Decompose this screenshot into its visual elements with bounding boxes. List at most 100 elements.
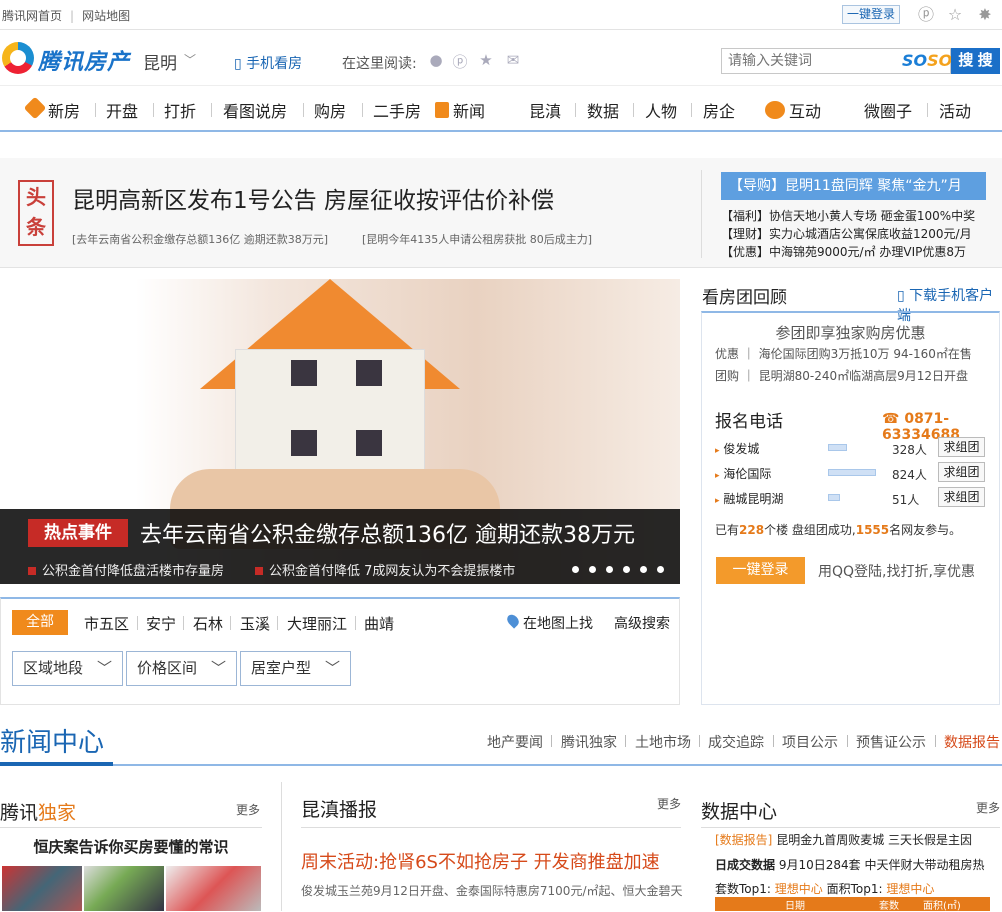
- filter-area[interactable]: 市五区: [84, 613, 129, 634]
- news-thumbnail[interactable]: [166, 866, 261, 911]
- hero-sub-link[interactable]: 公积金首付降低盘活楼市存量房: [28, 560, 224, 579]
- tour-project-link[interactable]: ▸ 海伦国际: [715, 465, 771, 482]
- sitemap-link[interactable]: 网站地图: [82, 9, 130, 23]
- filter-area[interactable]: 曲靖: [364, 613, 394, 634]
- exclusive-headline[interactable]: 恒庆案告诉你买房要懂的常识: [0, 836, 262, 857]
- search-button[interactable]: 搜 搜: [951, 48, 1000, 74]
- advanced-search-link[interactable]: 高级搜索: [614, 613, 670, 633]
- divider: [137, 616, 138, 630]
- headline-title[interactable]: 昆明高新区发布1号公告 房屋征收按评估价补偿: [72, 181, 554, 215]
- search-input[interactable]: [722, 49, 897, 73]
- data-report-tag: [数据报告]: [715, 833, 773, 847]
- tour-offer-link[interactable]: 团购 ｜ 昆明湖80-240㎡临湖高层9月12日开盘: [715, 367, 968, 384]
- divider: [701, 170, 702, 258]
- stats-count: 1555: [855, 523, 890, 537]
- tour-offer-link[interactable]: 优惠 ｜ 海伦国际团购3万抵10万 94-160㎡在售: [715, 345, 972, 362]
- weibo-icon[interactable]: ⓟ: [450, 51, 470, 71]
- map-search-link[interactable]: 在地图上找: [523, 613, 593, 633]
- filter-area[interactable]: 安宁: [146, 613, 176, 634]
- qq-login-button[interactable]: 一键登录: [716, 557, 805, 584]
- nav-buy[interactable]: 购房: [314, 98, 346, 122]
- news-link[interactable]: 地产要闻: [487, 732, 543, 752]
- nav-opening[interactable]: 开盘: [106, 98, 138, 122]
- divider: [847, 735, 848, 747]
- nav-people[interactable]: 人物: [645, 98, 677, 122]
- news-center-title: 新闻中心: [0, 728, 105, 758]
- news-link-data-report[interactable]: 数据报告: [944, 732, 1000, 752]
- slide-dot[interactable]: [623, 566, 630, 573]
- guide-line[interactable]: 【优惠】中海锦苑9000元/㎡ 办理VIP优惠8万: [721, 243, 966, 260]
- more-link[interactable]: 更多: [236, 801, 260, 818]
- guide-line[interactable]: 【福利】协信天地小黄人专场 砸金蛋100%中奖: [721, 207, 975, 224]
- top1-project-link[interactable]: 理想中心: [775, 882, 823, 896]
- chat-icon[interactable]: ●: [426, 51, 446, 71]
- mobile-view-label: 手机看房: [246, 56, 303, 72]
- nav-interaction[interactable]: 互动: [789, 98, 821, 122]
- nav-photo-talk[interactable]: 看图说房: [223, 98, 287, 122]
- stats-text: 已有: [715, 523, 740, 537]
- hero-sub-link[interactable]: 公积金首付降低 7成网友认为不会提振楼市: [255, 560, 515, 579]
- star-icon[interactable]: ★: [476, 51, 496, 71]
- filter-area[interactable]: 大理丽江: [287, 613, 347, 634]
- top-login-button[interactable]: 一键登录: [842, 5, 900, 24]
- filter-tab-all[interactable]: 全部: [12, 610, 68, 635]
- headline-sub-link[interactable]: [去年云南省公积金缴存总额136亿 逾期还款38万元]: [72, 231, 328, 247]
- slide-dot[interactable]: [589, 566, 596, 573]
- slide-dot[interactable]: [606, 566, 613, 573]
- favorite-star-icon[interactable]: ☆: [945, 5, 965, 25]
- request-group-button[interactable]: 求组团: [938, 487, 985, 507]
- news-link[interactable]: 成交追踪: [708, 732, 764, 752]
- weibo-icon[interactable]: ⓟ: [916, 5, 936, 25]
- price-select[interactable]: 价格区间 ﹀: [126, 651, 237, 686]
- news-link[interactable]: 腾讯独家: [561, 732, 617, 752]
- filter-area[interactable]: 玉溪: [240, 613, 270, 634]
- tour-participation-bar: [828, 469, 876, 476]
- tencent-logo-icon[interactable]: [2, 42, 34, 74]
- more-link[interactable]: 更多: [657, 795, 681, 812]
- nav-new-homes[interactable]: 新房: [48, 98, 80, 122]
- region-select[interactable]: 区域地段 ﹀: [12, 651, 123, 686]
- nav-wechat-circle[interactable]: 微圈子: [864, 98, 912, 122]
- more-link[interactable]: 更多: [976, 799, 1000, 816]
- city-selector[interactable]: 昆明: [143, 49, 177, 74]
- tencent-home-link[interactable]: 腾讯网首页: [2, 9, 62, 23]
- broadcast-headline[interactable]: 周末活动:抢肾6S不如抢房子 开发商推盘加速: [301, 848, 660, 874]
- chevron-down-icon[interactable]: ﹀: [184, 51, 196, 68]
- hero-slider[interactable]: 热点事件 去年云南省公积金缴存总额136亿 逾期还款38万元 公积金首付降低盘活…: [0, 279, 680, 584]
- hot-event-tag: 热点事件: [28, 519, 128, 547]
- layout-select[interactable]: 居室户型 ﹀: [240, 651, 351, 686]
- news-link[interactable]: 土地市场: [635, 732, 691, 752]
- guide-banner[interactable]: 【导购】昆明11盘同辉 聚焦“金九”月: [721, 172, 986, 200]
- nav-developers[interactable]: 房企: [703, 98, 735, 122]
- filter-area[interactable]: 石林: [193, 613, 223, 634]
- qzone-icon[interactable]: ✸: [975, 5, 995, 25]
- top1-project-link[interactable]: 理想中心: [886, 882, 934, 896]
- news-link[interactable]: 项目公示: [782, 732, 838, 752]
- mobile-view-link[interactable]: ▯ 手机看房: [234, 53, 302, 73]
- data-report-link[interactable]: [数据报告] 昆明金九首周败麦城 三天长假是主因: [715, 831, 972, 848]
- slide-dot[interactable]: [640, 566, 647, 573]
- nav-events[interactable]: 活动: [939, 98, 971, 122]
- window-shape: [356, 430, 382, 456]
- daily-data-link[interactable]: 日成交数据 9月10日284套 中天伴财大带动租房热: [715, 856, 984, 873]
- nav-kundian[interactable]: 昆滇: [529, 98, 561, 122]
- nav-news[interactable]: 新闻: [453, 98, 485, 122]
- slide-dot[interactable]: [657, 566, 664, 573]
- headline-sub-link[interactable]: [昆明今年4135人申请公租房获批 80后成主力]: [362, 231, 592, 247]
- request-group-button[interactable]: 求组团: [938, 462, 985, 482]
- hero-title[interactable]: 去年云南省公积金缴存总额136亿 逾期还款38万元: [140, 517, 635, 549]
- news-thumbnail[interactable]: [84, 866, 164, 911]
- nav-second-hand[interactable]: 二手房: [373, 98, 421, 122]
- tour-project-link[interactable]: ▸ 融城昆明湖: [715, 490, 783, 507]
- request-group-button[interactable]: 求组团: [938, 437, 985, 457]
- guide-line[interactable]: 【理财】实力心城酒店公寓保底收益1200元/月: [721, 225, 972, 242]
- nav-discount[interactable]: 打折: [164, 98, 196, 122]
- top1-label: 套数Top1:: [715, 882, 771, 896]
- site-logo-text[interactable]: 腾讯房产: [38, 44, 130, 76]
- tour-project-link[interactable]: ▸ 俊发城: [715, 440, 759, 457]
- nav-data[interactable]: 数据: [587, 98, 619, 122]
- slide-dot[interactable]: [572, 566, 579, 573]
- mail-icon[interactable]: ✉: [503, 51, 523, 71]
- news-thumbnail[interactable]: [2, 866, 82, 911]
- news-link[interactable]: 预售证公示: [856, 732, 926, 752]
